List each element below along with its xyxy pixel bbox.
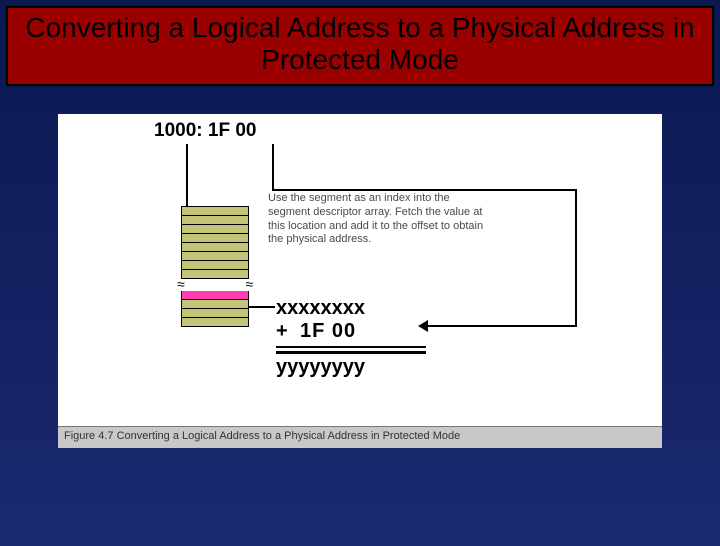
connector-line (186, 144, 188, 206)
divider (276, 351, 426, 354)
connector-line (575, 189, 577, 327)
address-math: xxxxxxxx + 1F 00 yyyyyyyy (276, 297, 426, 379)
segment-descriptor-table: ≈ ≈ (181, 206, 249, 327)
divider (276, 346, 426, 348)
figure-caption: Figure 4.7 Converting a Logical Address … (58, 426, 662, 448)
break-mark-icon: ≈ (177, 276, 185, 292)
offset-value: 1F 00 (300, 320, 356, 343)
title-bar: Converting a Logical Address to a Physic… (6, 6, 714, 86)
page-title: Converting a Logical Address to a Physic… (16, 12, 704, 76)
break-mark-icon: ≈ (245, 276, 253, 292)
explanation-text: Use the segment as an index into the seg… (268, 192, 488, 247)
table-break: ≈ ≈ (181, 279, 249, 291)
base-value: xxxxxxxx (276, 297, 365, 320)
connector-line (272, 189, 577, 191)
plus-sign: + (276, 320, 300, 343)
table-row (181, 317, 249, 327)
table-row (181, 269, 249, 279)
connector-line (272, 144, 274, 191)
result-value: yyyyyyyy (276, 356, 365, 379)
connector-line (249, 306, 275, 308)
logical-address: 1000: 1F 00 (154, 120, 256, 142)
diagram: 1000: 1F 00 ≈ ≈ Use the segment as an in… (58, 114, 662, 426)
connector-line (428, 325, 577, 327)
